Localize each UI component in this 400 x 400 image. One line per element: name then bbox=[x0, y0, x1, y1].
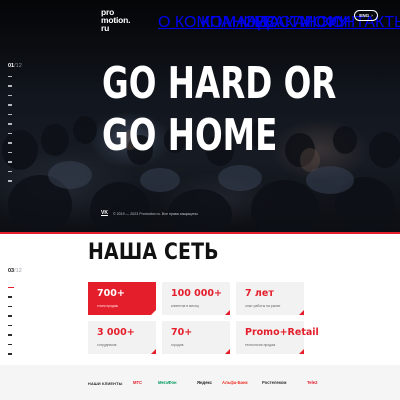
pagination-dot[interactable] bbox=[8, 343, 12, 346]
vk-icon[interactable]: VK bbox=[101, 210, 109, 216]
pagination-dot[interactable] bbox=[8, 324, 12, 327]
pagination-dot[interactable] bbox=[8, 142, 12, 144]
pagination-dot[interactable] bbox=[8, 161, 12, 163]
stat-value: Promo+Retail bbox=[245, 327, 319, 338]
pagination-dot[interactable] bbox=[8, 76, 12, 78]
network-slide-pagination bbox=[8, 287, 14, 363]
pagination-dot[interactable] bbox=[8, 305, 12, 308]
headline-line: GO HOME bbox=[102, 110, 278, 161]
clients-label: НАШИ КЛИЕНТЫ bbox=[88, 382, 123, 386]
stat-label: городов bbox=[171, 343, 184, 347]
hero-headline: GO HARD OR GO HOME bbox=[102, 58, 336, 162]
chevron-right-icon: › bbox=[371, 13, 373, 18]
stat-card: Promo+Retail технологии продаж bbox=[236, 321, 319, 354]
stat-value: 700+ bbox=[97, 288, 125, 299]
stat-card: 100 000+ клиентов в месяц bbox=[162, 282, 230, 315]
pagination-dot[interactable] bbox=[8, 94, 12, 97]
section-divider bbox=[0, 232, 400, 234]
stat-card: 70+ городов bbox=[162, 321, 230, 354]
corner-triangle-icon bbox=[151, 310, 156, 315]
clients-strip: НАШИ КЛИЕНТЫ МТС МегаФон Яндекс Альфа-Ба… bbox=[0, 365, 400, 400]
hero-slide-counter: 01/12 bbox=[8, 63, 22, 69]
vk-label: VK bbox=[101, 210, 108, 216]
stat-card: 700+ точек продаж bbox=[88, 282, 156, 315]
pagination-dot[interactable] bbox=[8, 334, 12, 336]
pagination-dot[interactable] bbox=[8, 170, 12, 173]
client-logo-alfabank[interactable]: Альфа-Банк bbox=[222, 380, 248, 385]
stat-value: 3 000+ bbox=[97, 327, 135, 338]
corner-triangle-icon bbox=[225, 310, 230, 315]
pagination-dot[interactable] bbox=[8, 113, 12, 116]
pagination-dot[interactable] bbox=[8, 151, 12, 154]
client-logo-megafon[interactable]: МегаФон bbox=[158, 380, 177, 385]
stat-label: технологии продаж bbox=[245, 343, 276, 347]
hero-section: pro motion. ru О КОМПАНИИ КОМАНДА НОВОСТ… bbox=[0, 0, 400, 232]
pagination-dot[interactable] bbox=[8, 315, 12, 317]
pagination-dot-active[interactable] bbox=[8, 287, 14, 289]
pagination-dot[interactable] bbox=[8, 353, 12, 355]
pagination-dot[interactable] bbox=[8, 296, 12, 298]
headline-line: GO HARD OR bbox=[102, 58, 337, 109]
stat-value: 70+ bbox=[171, 327, 193, 338]
network-slide-counter: 03/12 bbox=[8, 268, 22, 274]
client-logo-rostelecom[interactable]: Ростелеком bbox=[262, 380, 286, 385]
pagination-dot[interactable] bbox=[8, 132, 12, 135]
stat-value: 100 000+ bbox=[171, 288, 222, 299]
corner-triangle-icon bbox=[151, 349, 156, 354]
pagination-dot[interactable] bbox=[8, 85, 12, 87]
copyright-text: © 2019 — 2023 Promotion.ru. Все права за… bbox=[113, 212, 198, 216]
stat-label: сотрудников bbox=[97, 343, 117, 347]
stat-label: клиентов в месяц bbox=[171, 304, 199, 308]
pagination-dot[interactable] bbox=[8, 104, 12, 106]
hero-slide-pagination bbox=[8, 76, 12, 190]
language-switch[interactable]: ENG › bbox=[354, 10, 378, 21]
pagination-dot[interactable] bbox=[8, 180, 12, 182]
stat-card: 3 000+ сотрудников bbox=[88, 321, 156, 354]
brand-logo[interactable]: pro motion. ru bbox=[101, 8, 130, 33]
corner-triangle-icon bbox=[299, 349, 304, 354]
network-title: НАША СЕТЬ bbox=[88, 240, 219, 265]
stat-label: опыт работы на рынке bbox=[245, 304, 281, 308]
corner-triangle-icon bbox=[299, 310, 304, 315]
language-label: ENG bbox=[359, 13, 370, 18]
pagination-dot[interactable] bbox=[8, 123, 12, 125]
client-logo-yandex[interactable]: Яндекс bbox=[197, 380, 212, 385]
network-counter-total: /12 bbox=[14, 268, 22, 274]
client-logo-mts[interactable]: МТС bbox=[133, 380, 142, 385]
stat-card: 7 лет опыт работы на рынке bbox=[236, 282, 304, 315]
logo-line: ru bbox=[101, 23, 110, 33]
stat-label: точек продаж bbox=[97, 304, 119, 308]
stat-value: 7 лет bbox=[245, 288, 274, 299]
client-logo-tele2[interactable]: Tele2 bbox=[307, 380, 317, 385]
hero-counter-total: /12 bbox=[14, 63, 22, 69]
corner-triangle-icon bbox=[225, 349, 230, 354]
